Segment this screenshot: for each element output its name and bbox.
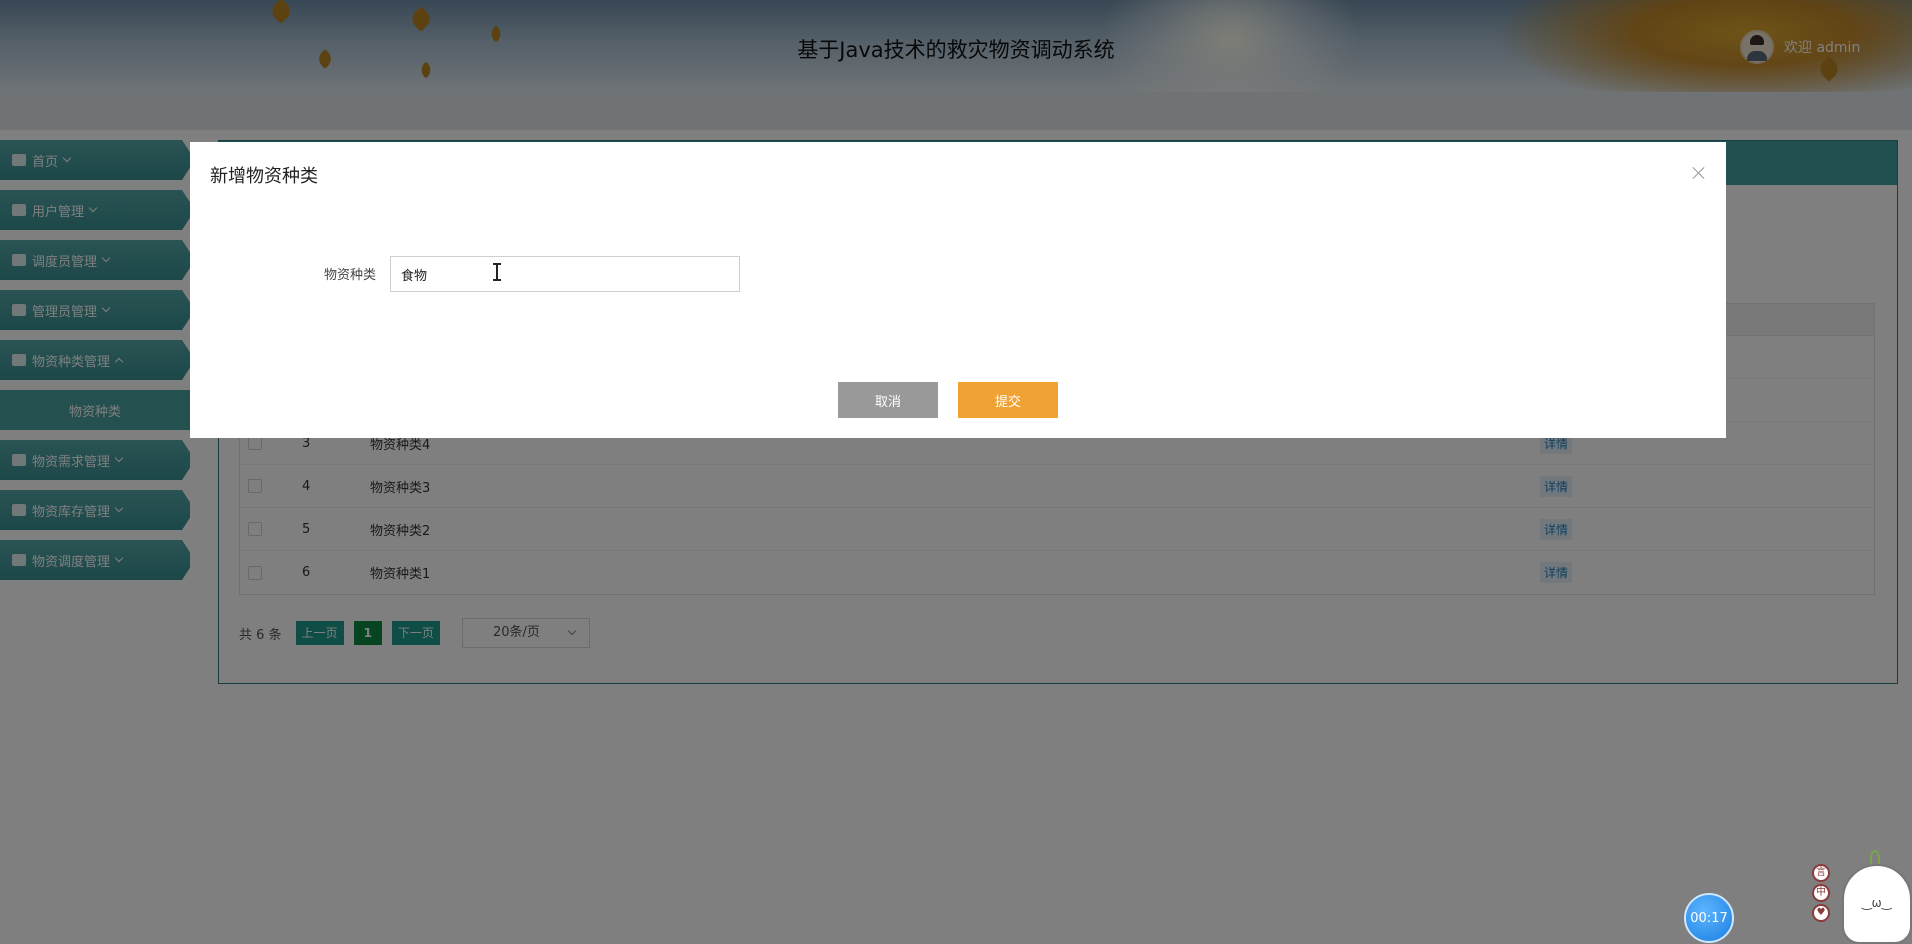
close-icon[interactable] [1692,166,1706,180]
mascot-face: ‿ω‿ [1862,896,1892,910]
mascot-character[interactable]: ‿ω‿ [1838,850,1912,944]
language-icon[interactable]: 中 [1812,884,1830,902]
floating-mini-icons: 言 中 ♥ [1812,864,1830,924]
cancel-button[interactable]: 取消 [838,382,938,418]
material-type-input[interactable] [390,256,740,292]
material-type-label: 物资种类 [323,268,376,283]
text-cursor-icon [493,263,501,281]
dialog-title: 新增物资种类 [210,166,318,187]
submit-button[interactable]: 提交 [958,382,1058,418]
heart-icon[interactable]: ♥ [1812,904,1830,922]
add-material-type-dialog: 新增物资种类 物资种类 取消 提交 [190,142,1726,438]
timer-badge[interactable]: 00:17 [1684,893,1734,943]
speech-icon[interactable]: 言 [1812,864,1830,882]
